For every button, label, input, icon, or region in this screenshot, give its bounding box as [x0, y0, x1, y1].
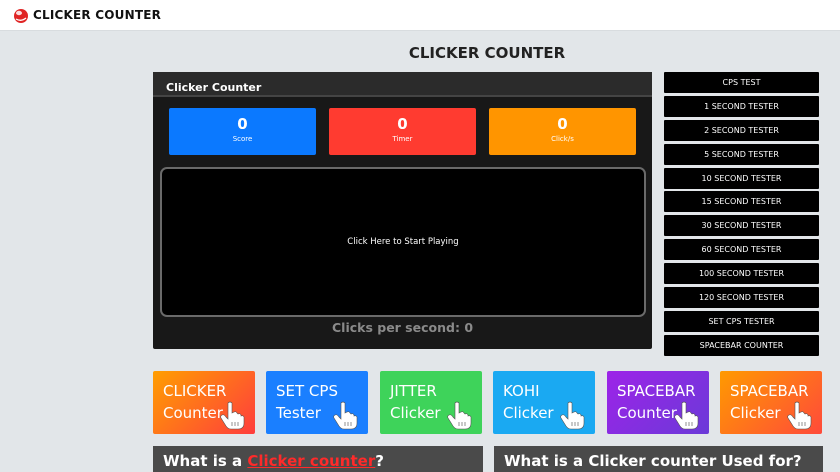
tile-line1: JITTER: [390, 382, 437, 400]
side-item-15-second-tester[interactable]: 15 SECOND TESTER: [664, 191, 819, 213]
info-left-prefix: What is a: [163, 452, 248, 470]
clicks-per-second-value: 0: [557, 115, 568, 133]
click-play-area[interactable]: Click Here to Start Playing: [160, 167, 646, 317]
timer-value: 0: [397, 115, 408, 133]
info-right-text: What is a Clicker counter Used for?: [504, 452, 802, 470]
tile-line1: SPACEBAR: [617, 382, 696, 400]
panel-header: Clicker Counter: [153, 72, 652, 97]
side-item-30-second-tester[interactable]: 30 SECOND TESTER: [664, 215, 819, 237]
timer-stat: 0 Timer: [329, 108, 476, 155]
hand-pointer-icon: [674, 401, 699, 430]
info-left-suffix: ?: [375, 452, 384, 470]
hand-pointer-icon: [560, 401, 585, 430]
tile-spacebar-counter[interactable]: SPACEBAR Counter: [607, 371, 709, 434]
clicker-panel: Clicker Counter 0 Score 0 Timer 0 Click/…: [153, 72, 652, 349]
side-item-5-second-tester[interactable]: 5 SECOND TESTER: [664, 143, 819, 165]
side-item-2-second-tester[interactable]: 2 SECOND TESTER: [664, 119, 819, 141]
play-prompt: Click Here to Start Playing: [347, 237, 459, 247]
score-label: Score: [232, 135, 253, 143]
cps-label: Clicks per second:: [331, 320, 460, 335]
info-heading-what-is: What is a Clicker counter?: [153, 446, 483, 472]
brand-name[interactable]: CLICKER COUNTER: [33, 8, 161, 22]
clicker-counter-link[interactable]: Clicker counter: [247, 452, 375, 470]
side-item-cps-test[interactable]: CPS TEST: [664, 72, 819, 93]
mouse-logo-icon[interactable]: [12, 6, 30, 24]
top-bar: CLICKER COUNTER: [0, 0, 840, 31]
tile-clicker-counter[interactable]: CLICKER Counter: [153, 371, 255, 434]
tile-jitter-clicker[interactable]: JITTER Clicker: [380, 371, 482, 434]
hand-pointer-icon: [220, 401, 245, 430]
side-item-1-second-tester[interactable]: 1 SECOND TESTER: [664, 95, 819, 117]
hand-pointer-icon: [787, 401, 812, 430]
tile-line1: SPACEBAR: [730, 382, 809, 400]
side-item-spacebar-counter[interactable]: SPACEBAR COUNTER: [664, 334, 819, 356]
tile-line1: CLICKER: [163, 382, 227, 400]
tile-spacebar-clicker[interactable]: SPACEBAR Clicker: [720, 371, 822, 434]
score-value: 0: [237, 115, 248, 133]
tool-tiles: CLICKER Counter SET CPS Tester JITTER Cl…: [153, 371, 823, 434]
cps-readout: Clicks per second: 0: [153, 320, 652, 335]
side-item-60-second-tester[interactable]: 60 SECOND TESTER: [664, 239, 819, 261]
timer-label: Timer: [392, 135, 413, 143]
side-item-100-second-tester[interactable]: 100 SECOND TESTER: [664, 263, 819, 285]
side-item-set-cps-tester[interactable]: SET CPS TESTER: [664, 310, 819, 332]
tile-kohi-clicker[interactable]: KOHI Clicker: [493, 371, 595, 434]
side-item-10-second-tester[interactable]: 10 SECOND TESTER: [664, 167, 819, 189]
tile-set-cps-tester[interactable]: SET CPS Tester: [266, 371, 368, 434]
page-title: CLICKER COUNTER: [408, 44, 566, 62]
tile-line1: KOHI: [503, 382, 540, 400]
hand-pointer-icon: [447, 401, 472, 430]
clicks-per-second-stat: 0 Click/s: [489, 108, 636, 155]
panel-title: Clicker Counter: [166, 81, 262, 94]
hand-pointer-icon: [333, 401, 358, 430]
tile-line1: SET CPS: [276, 382, 338, 400]
side-item-120-second-tester[interactable]: 120 SECOND TESTER: [664, 287, 819, 309]
score-stat: 0 Score: [169, 108, 316, 155]
info-heading-used-for: What is a Clicker counter Used for?: [494, 446, 823, 472]
cps-value: 0: [464, 320, 474, 335]
side-menu: CPS TEST 1 SECOND TESTER 2 SECOND TESTER…: [664, 72, 819, 359]
clicks-per-second-label: Click/s: [551, 135, 574, 143]
